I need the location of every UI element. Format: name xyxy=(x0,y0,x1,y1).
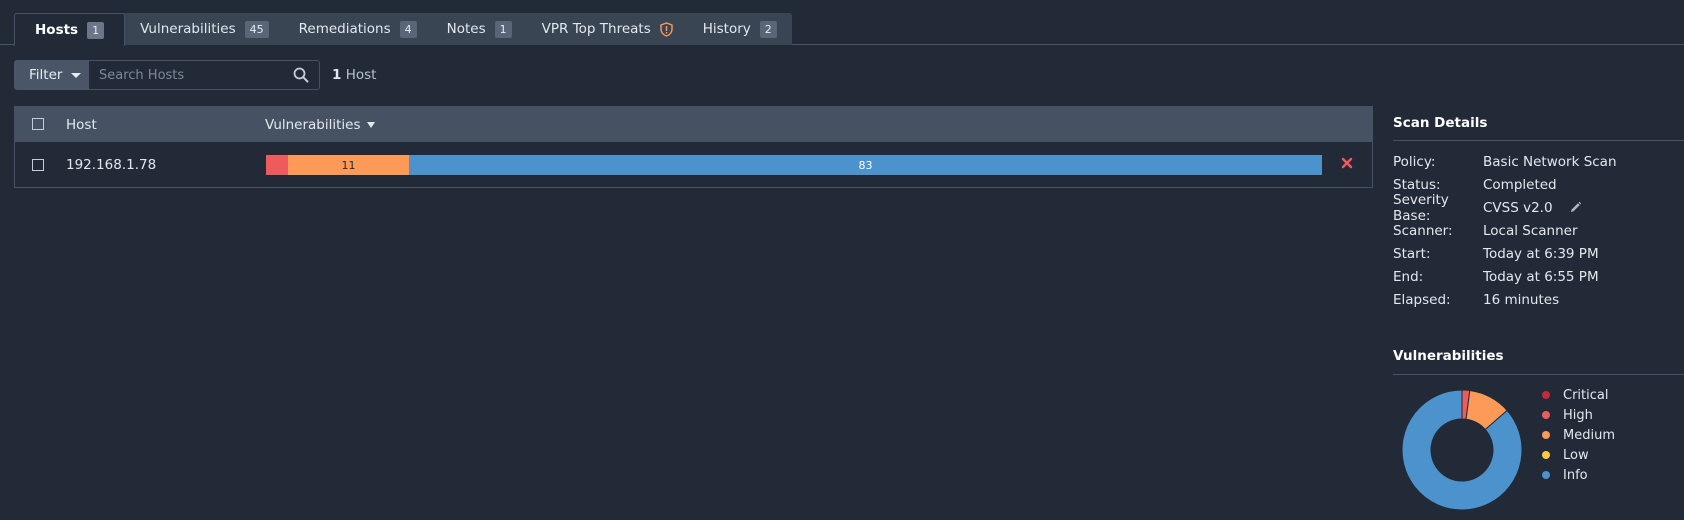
tabs: Hosts 1 Vulnerabilities 45 Remediations … xyxy=(14,13,792,46)
tab-hosts[interactable]: Hosts 1 xyxy=(14,13,126,46)
tab-label: Hosts xyxy=(35,22,79,38)
legend-dot-icon xyxy=(1542,391,1550,399)
bar-segment-info[interactable]: 83 xyxy=(409,155,1322,175)
tab-label: Notes xyxy=(446,21,486,37)
detail-value: Completed xyxy=(1483,176,1557,193)
table-header: Host Vulnerabilities xyxy=(15,107,1372,142)
detail-row-elapsed: Elapsed: 16 minutes xyxy=(1393,288,1617,311)
tab-label: VPR Top Threats xyxy=(541,21,651,37)
search-icon[interactable] xyxy=(293,67,309,87)
host-ip[interactable]: 192.168.1.78 xyxy=(66,157,156,173)
detail-row-scanner: Scanner: Local Scanner xyxy=(1393,219,1617,242)
divider xyxy=(1393,374,1684,375)
severity-base-value: CVSS v2.0 xyxy=(1483,199,1553,216)
host-count-number: 1 xyxy=(332,67,342,83)
tab-label: Vulnerabilities xyxy=(140,21,236,37)
legend-item-critical[interactable]: Critical xyxy=(1542,385,1615,405)
detail-key: Start: xyxy=(1393,245,1431,262)
legend-item-low[interactable]: Low xyxy=(1542,445,1615,465)
scan-details-list: Policy: Basic Network Scan Status: Compl… xyxy=(1393,150,1617,311)
filter-row: Filter 1 Host xyxy=(14,60,376,90)
detail-value: Today at 6:39 PM xyxy=(1483,245,1599,262)
detail-key: Scanner: xyxy=(1393,222,1453,239)
hosts-table: Host Vulnerabilities 192.168.1.78 11 83 xyxy=(14,106,1373,188)
tab-history[interactable]: History 2 xyxy=(688,13,792,45)
tab-label: Remediations xyxy=(298,21,391,37)
tab-vulnerabilities[interactable]: Vulnerabilities 45 xyxy=(125,13,284,45)
detail-row-start: Start: Today at 6:39 PM xyxy=(1393,242,1617,265)
legend-label: Critical xyxy=(1563,387,1609,403)
detail-value: Today at 6:55 PM xyxy=(1483,268,1599,285)
search-input[interactable] xyxy=(89,61,279,89)
vulnerabilities-chart-title: Vulnerabilities xyxy=(1393,348,1504,364)
tab-count-badge: 1 xyxy=(87,21,105,39)
row-checkbox[interactable] xyxy=(32,159,44,171)
table-row[interactable]: 192.168.1.78 11 83 xyxy=(15,142,1372,188)
tab-count-badge: 2 xyxy=(759,20,777,38)
bar-segment-high[interactable] xyxy=(266,155,288,175)
detail-key: Status: xyxy=(1393,176,1441,193)
detail-value: Local Scanner xyxy=(1483,222,1578,239)
legend-label: High xyxy=(1563,407,1593,423)
column-header-host[interactable]: Host xyxy=(66,117,97,133)
legend-item-medium[interactable]: Medium xyxy=(1542,425,1615,445)
detail-row-end: End: Today at 6:55 PM xyxy=(1393,265,1617,288)
vulnerabilities-donut-chart[interactable] xyxy=(1397,385,1527,515)
tab-vpr-top-threats[interactable]: VPR Top Threats xyxy=(527,13,688,45)
detail-key: End: xyxy=(1393,268,1424,285)
detail-value: 16 minutes xyxy=(1483,291,1560,308)
legend-dot-icon xyxy=(1542,471,1550,479)
tab-count-badge: 4 xyxy=(399,20,417,38)
legend-item-info[interactable]: Info xyxy=(1542,465,1615,485)
tab-remediations[interactable]: Remediations 4 xyxy=(284,13,432,45)
divider xyxy=(1393,140,1684,141)
caret-down-icon xyxy=(71,72,82,78)
filter-label: Filter xyxy=(29,67,63,83)
detail-value: Basic Network Scan xyxy=(1483,153,1617,170)
legend-label: Medium xyxy=(1563,427,1615,443)
detail-key: Severity Base: xyxy=(1393,191,1449,224)
detail-key: Policy: xyxy=(1393,153,1436,170)
scan-details-title: Scan Details xyxy=(1393,115,1488,131)
remove-host-icon[interactable] xyxy=(1341,157,1353,173)
column-header-label: Vulnerabilities xyxy=(265,116,361,133)
detail-row-severity-base: Severity Base: CVSS v2.0 xyxy=(1393,192,1617,224)
tab-notes[interactable]: Notes 1 xyxy=(432,13,527,45)
shield-icon xyxy=(660,21,673,37)
detail-row-policy: Policy: Basic Network Scan xyxy=(1393,150,1617,173)
filter-button[interactable]: Filter xyxy=(14,60,89,90)
sort-desc-icon xyxy=(366,121,375,128)
host-count: 1 Host xyxy=(332,67,376,83)
detail-value: CVSS v2.0 xyxy=(1483,200,1582,216)
legend-item-high[interactable]: High xyxy=(1542,405,1615,425)
tab-bar: Hosts 1 Vulnerabilities 45 Remediations … xyxy=(0,0,1684,46)
tab-count-badge: 45 xyxy=(244,20,269,38)
select-all-checkbox[interactable] xyxy=(32,118,44,130)
tab-count-badge: 1 xyxy=(494,20,512,38)
host-count-unit: Host xyxy=(345,67,377,83)
legend-dot-icon xyxy=(1542,431,1550,439)
bar-segment-medium[interactable]: 11 xyxy=(288,155,409,175)
legend-label: Low xyxy=(1563,447,1589,463)
detail-key: Elapsed: xyxy=(1393,291,1451,308)
legend-dot-icon xyxy=(1542,411,1550,419)
vulnerability-bar[interactable]: 11 83 xyxy=(266,155,1322,175)
search-box xyxy=(89,60,320,90)
pencil-icon[interactable] xyxy=(1569,201,1582,214)
chart-legend: Critical High Medium Low Info xyxy=(1542,385,1615,485)
legend-label: Info xyxy=(1563,467,1588,483)
legend-dot-icon xyxy=(1542,451,1550,459)
tab-label: History xyxy=(702,21,751,37)
column-header-vulnerabilities[interactable]: Vulnerabilities xyxy=(265,117,375,133)
